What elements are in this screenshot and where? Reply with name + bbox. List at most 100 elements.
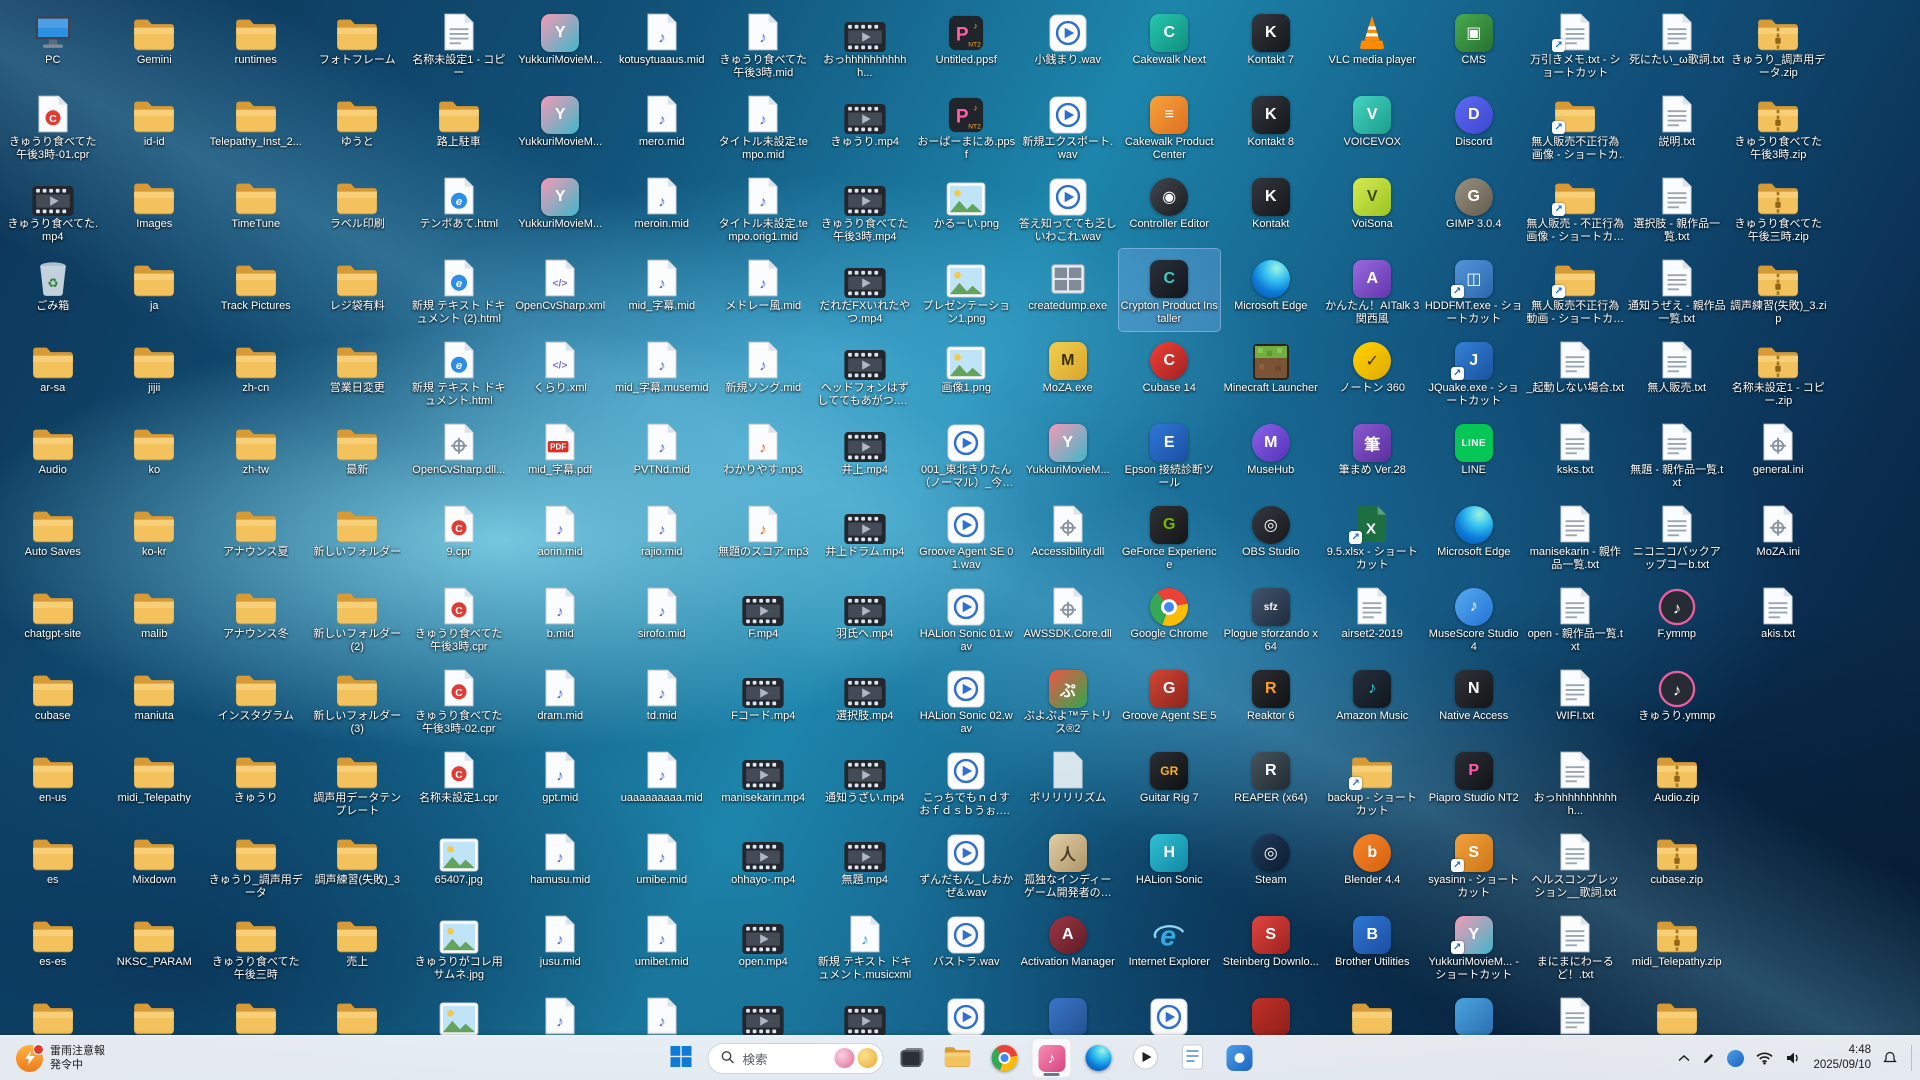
desktop-icon[interactable]: 選択肢 - 親作品一覧.txt (1626, 167, 1728, 249)
desktop-icon[interactable]: A かんたん！AITalk 3 関西風 (1322, 249, 1424, 331)
desktop-icon[interactable]: A Activation Manager (1017, 905, 1119, 987)
desktop-icon[interactable]: ↗ 無人販売不正行為動画 - ショートカット (1525, 249, 1627, 331)
desktop-icon[interactable]: Y YukkuriMovieM... (510, 85, 612, 167)
desktop-icon[interactable]: ♪ きゅうり食べてた午後3時.mid (713, 3, 815, 85)
desktop-icon[interactable]: LINE LINE (1423, 413, 1525, 495)
desktop-icon[interactable]: 無人販売.txt (1626, 331, 1728, 413)
desktop-icon[interactable]: ずんだもん_しおかぜ&.wav (916, 823, 1018, 905)
desktop-icon[interactable] (1220, 987, 1322, 1035)
desktop-icon[interactable]: C 名称未設定1.cpr (408, 741, 510, 823)
notification-bell-icon[interactable] (1883, 1051, 1897, 1065)
desktop-icon[interactable]: ◉ Controller Editor (1119, 167, 1221, 249)
desktop-icon[interactable]: ♪ meroin.mid (611, 167, 713, 249)
desktop-icon[interactable]: C きゅうり食べてた午後3時-01.cpr (2, 85, 104, 167)
desktop-icon[interactable]: Minecraft Launcher (1220, 331, 1322, 413)
desktop-icon[interactable]: ♪ kotusytuaaus.mid (611, 3, 713, 85)
desktop-icon[interactable]: ja (104, 249, 206, 331)
desktop-icon[interactable]: ♪ b.mid (510, 577, 612, 659)
desktop-icon[interactable]: ♪ gpt.mid (510, 741, 612, 823)
desktop-icon[interactable]: GR Guitar Rig 7 (1119, 741, 1221, 823)
desktop-icon[interactable]: かるーい.png (916, 167, 1018, 249)
desktop-icon[interactable]: ↗ 無人販売不正行為画像 - ショートカッ... (1525, 85, 1627, 167)
desktop-icon[interactable]: NKSC_PARAM (104, 905, 206, 987)
desktop-icon[interactable]: ≡ Cakewalk Product Center (1119, 85, 1221, 167)
taskbar-app-media-player[interactable] (1126, 1038, 1166, 1078)
desktop-icon[interactable]: ◎ OBS Studio (1220, 495, 1322, 577)
desktop-icon[interactable]: おっhhhhhhhhhhh... (1525, 741, 1627, 823)
desktop-icon[interactable]: ♪ sirofo.mid (611, 577, 713, 659)
desktop-icon[interactable]: 選択肢.mp4 (814, 659, 916, 741)
desktop-icon[interactable]: ♪ 新規ソング.mid (713, 331, 815, 413)
desktop-icon[interactable]: ♪ td.mid (611, 659, 713, 741)
desktop-icon[interactable]: manisekarin.mp4 (713, 741, 815, 823)
desktop-icon[interactable]: K Kontakt 7 (1220, 3, 1322, 85)
desktop-icon[interactable]: G Groove Agent SE 5 (1119, 659, 1221, 741)
desktop-icon[interactable]: M MuseHub (1220, 413, 1322, 495)
desktop-icon[interactable]: HALion Sonic 02.wav (916, 659, 1018, 741)
desktop-icon[interactable]: Audio (2, 413, 104, 495)
taskbar-app-notepad[interactable] (1173, 1038, 1213, 1078)
desktop-icon[interactable]: Images (104, 167, 206, 249)
desktop-icon[interactable]: きゅうり食べてた午後3時.zip (1728, 85, 1830, 167)
desktop-icon[interactable]: S Steinberg Downlo... (1220, 905, 1322, 987)
desktop-icon[interactable]: 65407.jpg (408, 823, 510, 905)
desktop-icon[interactable]: V VOICEVOX (1322, 85, 1424, 167)
desktop-icon[interactable]: Microsoft Edge (1423, 495, 1525, 577)
desktop-icon[interactable]: ▣ CMS (1423, 3, 1525, 85)
desktop-icon[interactable] (1119, 987, 1221, 1035)
desktop-icon[interactable]: Fコード.mp4 (713, 659, 815, 741)
desktop-icon[interactable]: X ↗ 9.5.xlsx - ショートカット (1322, 495, 1424, 577)
desktop-icon[interactable]: ↗ 無人販売 - 不正行為画像 - ショートカット (1525, 167, 1627, 249)
desktop-icon[interactable]: B Brother Utilities (1322, 905, 1424, 987)
desktop-icon[interactable] (408, 987, 510, 1035)
desktop-icon[interactable]: </> くらり.xml (510, 331, 612, 413)
desktop-icon[interactable]: C Cakewalk Next (1119, 3, 1221, 85)
desktop-icon[interactable]: ♪ きゅうり.ymmp (1626, 659, 1728, 741)
desktop-icon[interactable]: general.ini (1728, 413, 1830, 495)
desktop-icon[interactable]: sfz Plogue sforzando x64 (1220, 577, 1322, 659)
desktop-icon[interactable]: ♪ umibet.mid (611, 905, 713, 987)
start-button[interactable] (661, 1038, 701, 1078)
desktop-icon[interactable]: Telepathy_Inst_2... (205, 85, 307, 167)
desktop-icon[interactable] (104, 987, 206, 1035)
desktop-icon[interactable]: manisekarin - 親作品一覧.txt (1525, 495, 1627, 577)
desktop-icon[interactable]: 通知うざい.mp4 (814, 741, 916, 823)
desktop-icon[interactable]: OpenCvSharp.dll... (408, 413, 510, 495)
desktop-icon[interactable]: ♪ jusu.mid (510, 905, 612, 987)
taskbar-app-file-explorer[interactable] (938, 1038, 978, 1078)
tray-app-icon[interactable] (1727, 1049, 1745, 1067)
desktop-icon[interactable]: en-us (2, 741, 104, 823)
desktop-icon[interactable]: AWSSDK.Core.dll (1017, 577, 1119, 659)
desktop-icon[interactable]: Google Chrome (1119, 577, 1221, 659)
desktop-icon[interactable]: こっちでもｎｄすおｆｄｓｂうぉ.wav (916, 741, 1018, 823)
desktop-icon[interactable]: 死にたい_ω歌詞.txt (1626, 3, 1728, 85)
desktop-icon[interactable]: ニコニコバックアップコーb.txt (1626, 495, 1728, 577)
desktop-icon[interactable]: 001_東北きりたん（ノーマル）_今じゃ... (916, 413, 1018, 495)
desktop-icon[interactable]: akis.txt (1728, 577, 1830, 659)
desktop-icon[interactable]: 羽氏へ.mp4 (814, 577, 916, 659)
desktop-icon[interactable]: open.mp4 (713, 905, 815, 987)
desktop-icon[interactable]: es (2, 823, 104, 905)
desktop-icon[interactable]: 調声用データテンプレート (307, 741, 409, 823)
desktop-icon[interactable]: 画像1.png (916, 331, 1018, 413)
desktop-icon[interactable]: 新しいフォルダー (3) (307, 659, 409, 741)
desktop-icon[interactable]: ♪ umibe.mid (611, 823, 713, 905)
desktop-icon[interactable]: 新しいフォルダー (307, 495, 409, 577)
desktop-icon[interactable]: プレゼンテーション1.png (916, 249, 1018, 331)
desktop-icon[interactable]: WIFI.txt (1525, 659, 1627, 741)
widgets-button[interactable]: 雷雨注意報 発令中 (8, 1036, 113, 1080)
desktop-icon[interactable]: midi_Telepathy.zip (1626, 905, 1728, 987)
desktop-icon[interactable]: ♪ 新規 テキスト ドキュメント.musicxml (814, 905, 916, 987)
desktop-icon[interactable] (713, 987, 815, 1035)
desktop-icon[interactable]: アナウンス冬 (205, 577, 307, 659)
desktop-icon[interactable]: レジ袋有料 (307, 249, 409, 331)
desktop-icon[interactable]: K Kontakt (1220, 167, 1322, 249)
desktop-icon[interactable]: ♪ (510, 987, 612, 1035)
tray-pen-icon[interactable] (1702, 1052, 1715, 1065)
desktop-icon[interactable]: e 新規 テキスト ドキュメント.html (408, 331, 510, 413)
desktop-icon[interactable]: airset2-2019 (1322, 577, 1424, 659)
taskbar-app-edge[interactable] (1079, 1038, 1119, 1078)
desktop-icon[interactable]: PC (2, 3, 104, 85)
desktop-icon[interactable]: Mixdown (104, 823, 206, 905)
desktop-icon[interactable]: ♪ わかりやす.mp3 (713, 413, 815, 495)
